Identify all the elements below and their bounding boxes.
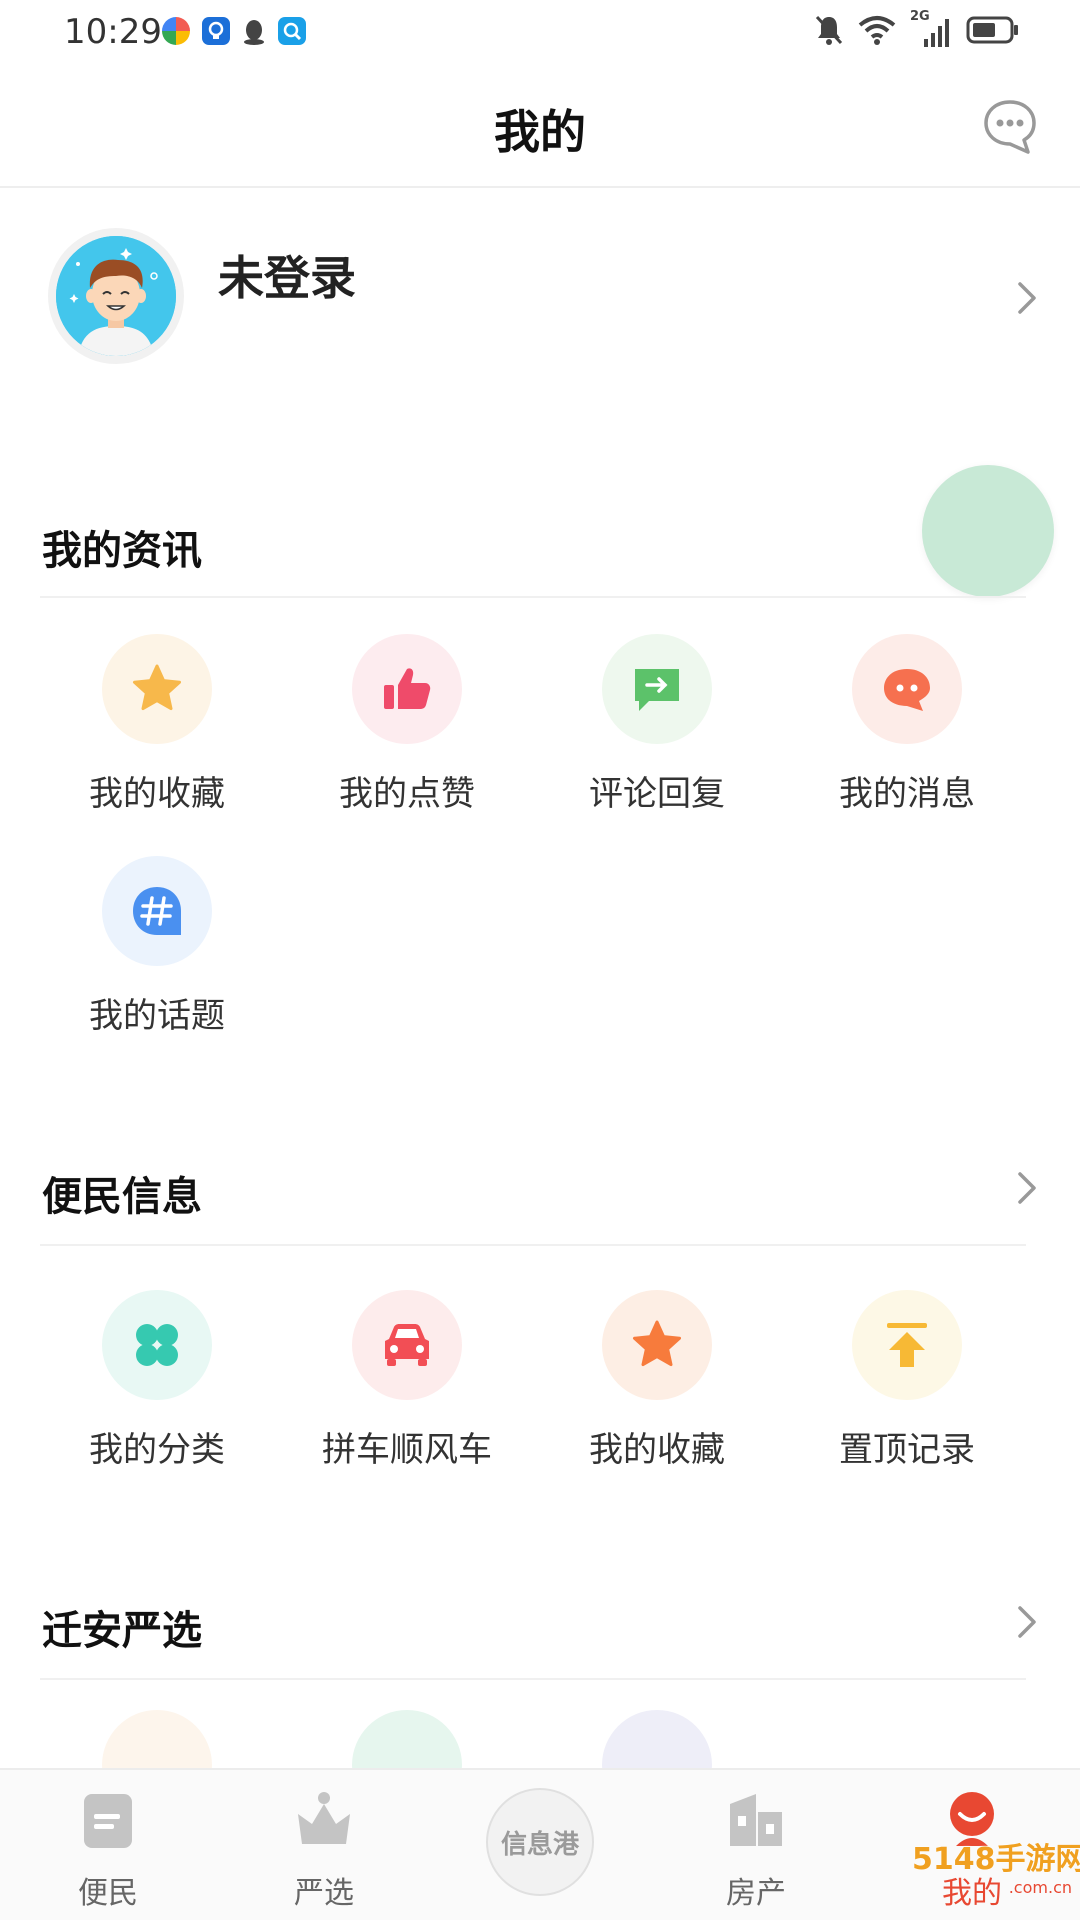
item-label: 我的分类 bbox=[89, 1430, 225, 1470]
watermark-domain: .com.cn bbox=[1008, 1878, 1072, 1897]
news-item-favorites[interactable]: 我的收藏 bbox=[32, 634, 282, 824]
pin-top-icon bbox=[852, 1290, 962, 1400]
login-status[interactable]: 未登录 bbox=[218, 242, 356, 308]
divider bbox=[40, 1244, 1026, 1246]
search-app-icon bbox=[278, 17, 306, 45]
cartoon-avatar-icon bbox=[56, 236, 176, 356]
header: 我的 bbox=[0, 66, 1080, 188]
chat-button[interactable] bbox=[980, 96, 1040, 156]
item-label: 我的消息 bbox=[839, 774, 975, 814]
status-icons: 2G bbox=[814, 9, 1020, 50]
news-item-topics[interactable]: 我的话题 bbox=[32, 856, 282, 1046]
news-item-comment-replies[interactable]: 评论回复 bbox=[532, 634, 782, 824]
services-item-pinned-records[interactable]: 置顶记录 bbox=[782, 1290, 1032, 1480]
watermark-text: 5148手游网 bbox=[912, 1842, 1080, 1877]
services-item-favorites[interactable]: 我的收藏 bbox=[532, 1290, 782, 1480]
divider bbox=[40, 1678, 1026, 1680]
crown-icon bbox=[298, 1792, 350, 1844]
battery-icon bbox=[966, 15, 1020, 49]
item-label: 拼车顺风车 bbox=[322, 1430, 492, 1470]
profile-card[interactable]: 未登录 bbox=[0, 190, 1080, 400]
bell-muted-icon bbox=[814, 14, 844, 50]
services-item-categories[interactable]: 我的分类 bbox=[32, 1290, 282, 1480]
car-icon bbox=[352, 1290, 462, 1400]
chevron-right-icon[interactable] bbox=[1014, 1602, 1040, 1642]
item-label: 我的收藏 bbox=[589, 1430, 725, 1470]
star-icon bbox=[602, 1290, 712, 1400]
chevron-right-icon[interactable] bbox=[1014, 1168, 1040, 1208]
section-title-shop: 迁安严选 bbox=[42, 1607, 202, 1654]
nav-label: 便民 bbox=[78, 1876, 138, 1911]
signal-icon: 2G bbox=[910, 9, 952, 49]
star-icon bbox=[102, 634, 212, 744]
swirl-app-icon bbox=[162, 17, 190, 45]
chat-bubble-icon bbox=[984, 100, 1036, 154]
nav-center-logo[interactable]: 信息港 bbox=[486, 1788, 594, 1896]
floating-action-button[interactable] bbox=[922, 465, 1054, 597]
message-icon bbox=[852, 634, 962, 744]
item-label: 我的收藏 bbox=[89, 774, 225, 814]
nav-label: 房产 bbox=[726, 1876, 786, 1911]
hashtag-icon bbox=[102, 856, 212, 966]
nav-item-selection[interactable]: 严选 bbox=[216, 1770, 432, 1920]
status-time: 10:29 bbox=[64, 12, 162, 52]
news-item-messages[interactable]: 我的消息 bbox=[782, 634, 1032, 824]
thumbs-up-icon bbox=[352, 634, 462, 744]
item-label: 我的点赞 bbox=[339, 774, 475, 814]
nav-item-real-estate[interactable]: 房产 bbox=[648, 1770, 864, 1920]
status-bar: 10:29 2G bbox=[0, 0, 1080, 66]
document-icon bbox=[84, 1794, 132, 1848]
services-item-carpool[interactable]: 拼车顺风车 bbox=[282, 1290, 532, 1480]
clover-icon bbox=[102, 1290, 212, 1400]
chevron-right-icon[interactable] bbox=[1014, 278, 1040, 318]
nav-item-convenience[interactable]: 便民 bbox=[0, 1770, 216, 1920]
bulb-app-icon bbox=[202, 17, 230, 45]
item-label: 置顶记录 bbox=[839, 1430, 975, 1470]
news-item-likes[interactable]: 我的点赞 bbox=[282, 634, 532, 824]
page-title: 我的 bbox=[494, 105, 586, 159]
comment-reply-icon bbox=[602, 634, 712, 744]
nav-label: 严选 bbox=[294, 1876, 354, 1911]
building-icon bbox=[730, 1794, 782, 1846]
penguin-app-icon bbox=[240, 17, 268, 45]
item-label: 我的话题 bbox=[89, 996, 225, 1036]
item-label: 评论回复 bbox=[589, 774, 725, 814]
wifi-icon bbox=[858, 15, 896, 49]
section-title-services: 便民信息 bbox=[42, 1173, 202, 1220]
divider bbox=[40, 596, 1026, 598]
avatar[interactable] bbox=[48, 228, 184, 364]
watermark: 5148手游网 .com.cn bbox=[912, 1834, 1080, 1914]
section-title-news: 我的资讯 bbox=[42, 527, 202, 574]
